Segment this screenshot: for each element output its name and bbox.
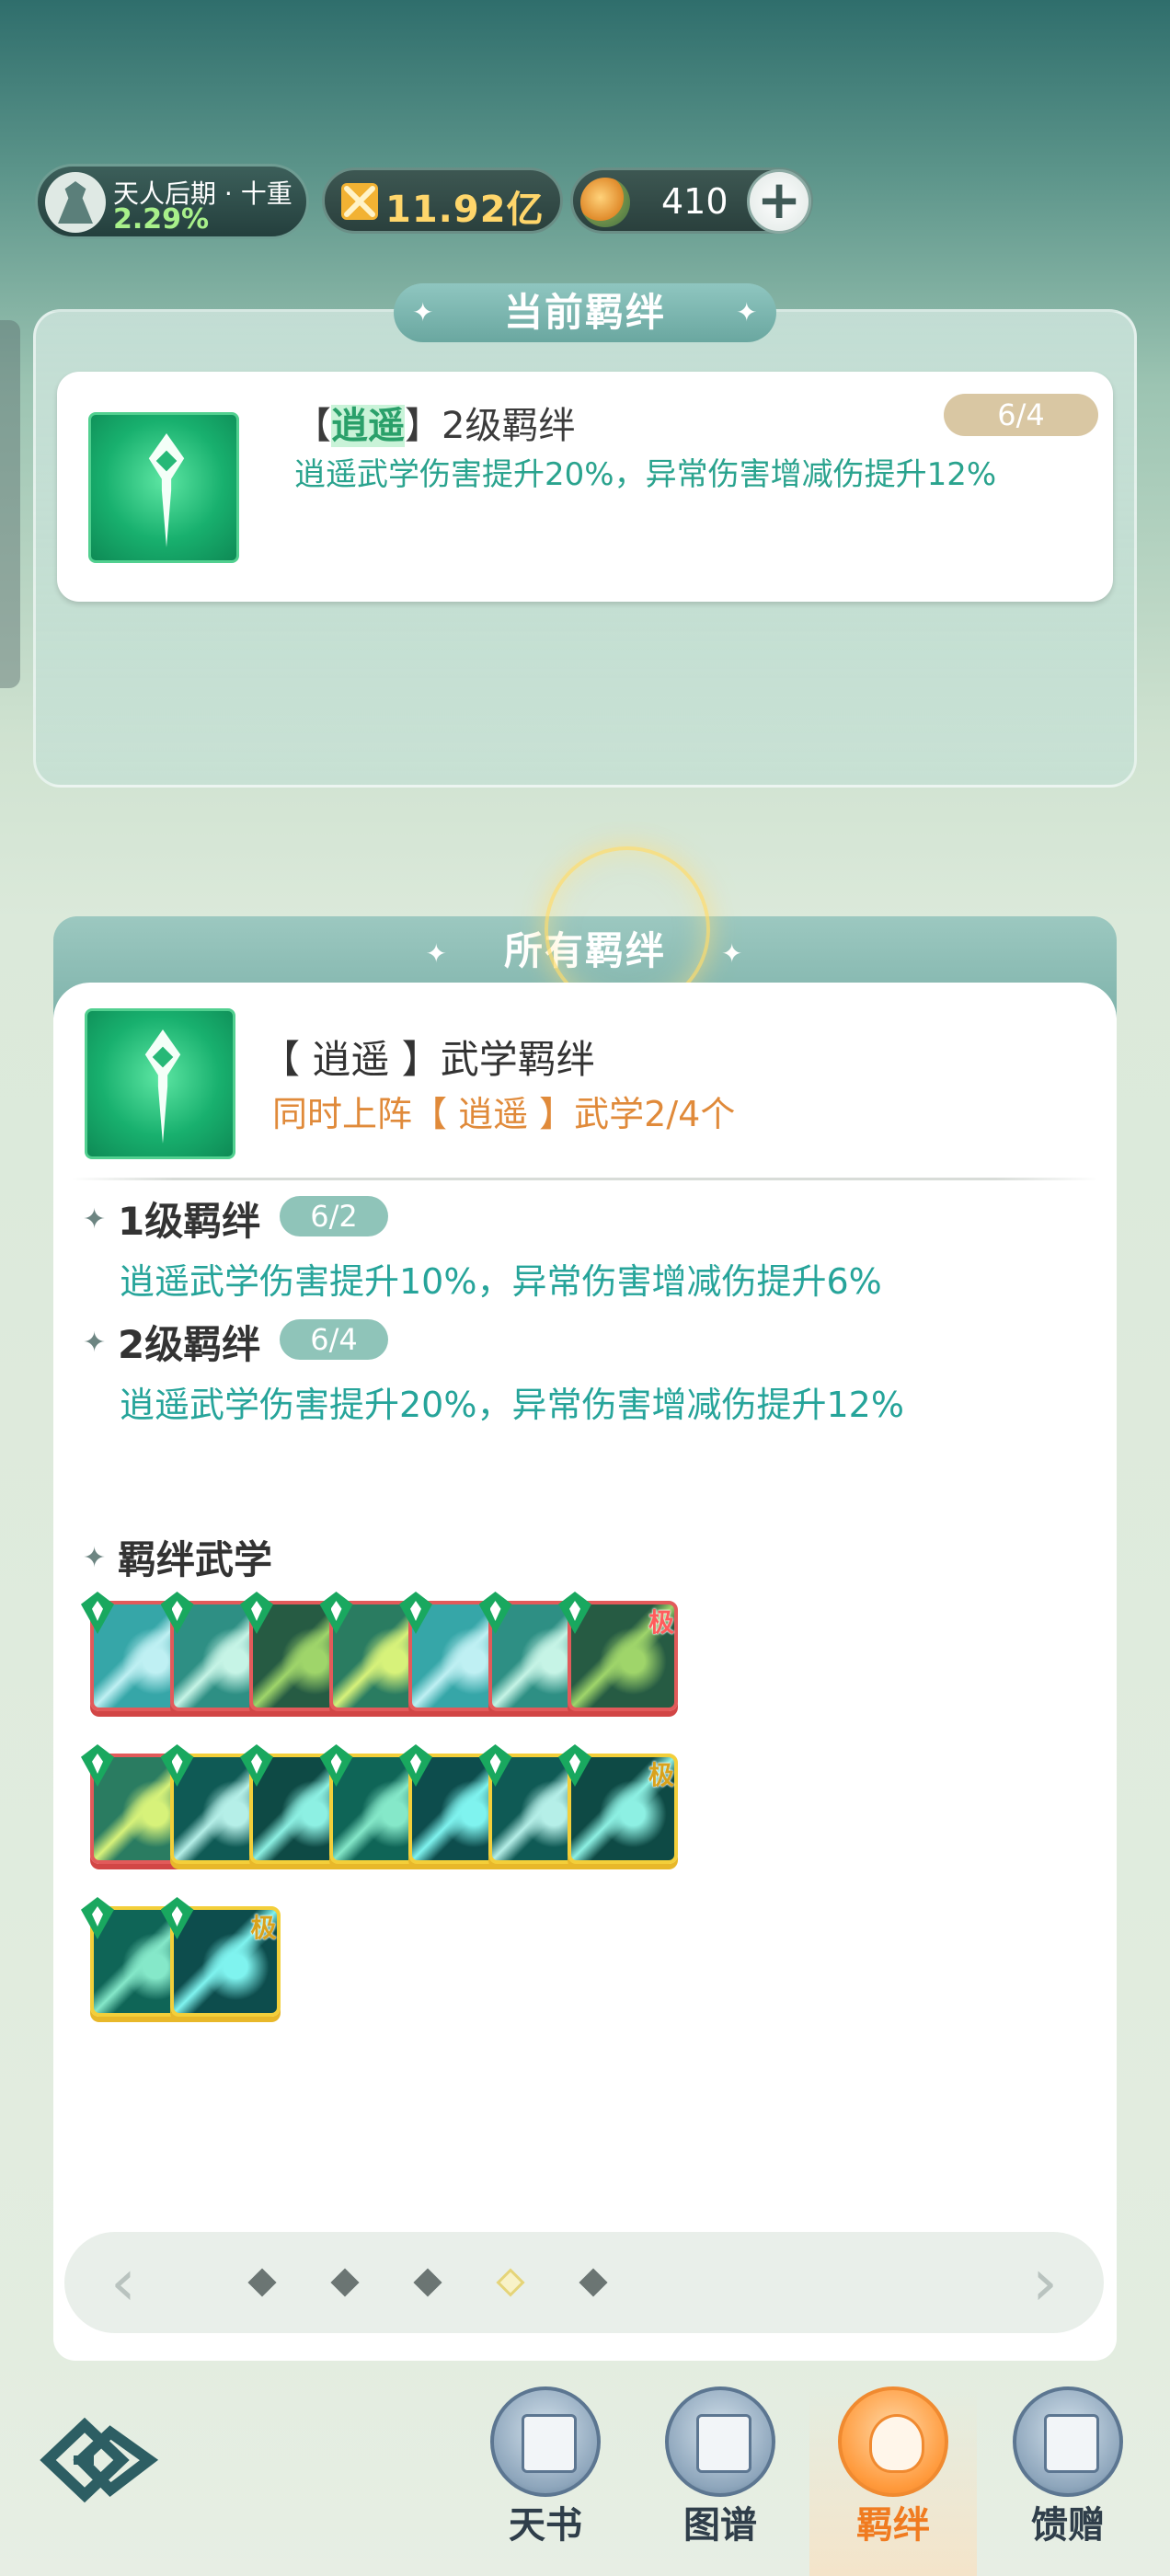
jade-coin-icon	[580, 178, 630, 227]
level-1-desc: 逍遥武学伤害提升10%，异常伤害增减伤提升6%	[120, 1261, 882, 1302]
wuxue-bond-title: 【 逍遥 】武学羁绊	[261, 1037, 595, 1082]
divider	[72, 1178, 1098, 1180]
ultimate-mark: 极	[648, 1760, 674, 1790]
skill-card[interactable]: 极	[558, 1592, 678, 1717]
level-1-badge: 6/2	[280, 1196, 388, 1236]
nav-label: 图谱	[683, 2504, 757, 2547]
gift-icon	[1013, 2386, 1123, 2497]
nav-label: 羁绊	[856, 2504, 930, 2547]
sparkle-icon: ✦	[83, 1327, 107, 1359]
current-bond-card[interactable]: 【逍遥】2级羁绊 6/4 逍遥武学伤害提升20%，异常伤害增减伤提升12%	[57, 372, 1113, 602]
sparkle-icon: ✦	[83, 1542, 107, 1574]
crossed-swords-icon	[341, 183, 378, 220]
avatar	[45, 172, 106, 233]
level-2-desc: 逍遥武学伤害提升20%，异常伤害增减伤提升12%	[120, 1385, 904, 1425]
level-2-title: 2级羁绊	[118, 1322, 261, 1367]
rank-pill[interactable]: 天人后期 · 十重 2.29%	[35, 164, 309, 239]
nav-label: 馈赠	[1031, 2504, 1105, 2547]
level-2-badge: 6/4	[280, 1319, 388, 1360]
pager: ‹ ›	[64, 2232, 1104, 2333]
handshake-icon	[838, 2386, 948, 2497]
currency-value: 410	[661, 181, 728, 222]
school-highlight: 逍遥	[331, 405, 405, 447]
all-bonds-panel: 【 逍遥 】武学羁绊 同时上阵【 逍遥 】武学2/4个 ✦ 1级羁绊 6/2 逍…	[53, 983, 1117, 2361]
menu-logo-icon[interactable]	[39, 2414, 158, 2506]
current-bond-tab: ✦ 当前羁绊 ✦	[394, 283, 776, 342]
side-drawer-handle[interactable]	[0, 320, 20, 688]
skill-card[interactable]: 极	[558, 1744, 678, 1869]
current-bond-level: 【逍遥】2级羁绊	[294, 405, 576, 447]
nav-item-map[interactable]: 图谱	[651, 2386, 789, 2548]
page-dot[interactable]	[496, 2268, 525, 2297]
dagger-bond-icon	[88, 412, 239, 563]
ultimate-mark: 极	[648, 1607, 674, 1638]
page-dot[interactable]	[247, 2268, 277, 2297]
book-icon	[490, 2386, 601, 2497]
add-currency-button[interactable]: +	[747, 169, 811, 234]
power-value: 11.92亿	[385, 189, 545, 231]
current-bond-desc: 逍遥武学伤害提升20%，异常伤害增减伤提升12%	[294, 456, 997, 493]
page-dot[interactable]	[579, 2268, 608, 2297]
sparkle-icon: ✦	[83, 1203, 107, 1236]
dagger-bond-icon	[85, 1008, 235, 1159]
skill-card[interactable]: 极	[160, 1897, 281, 2022]
sparkle-icon: ✦	[425, 938, 449, 969]
nav-item-book[interactable]: 天书	[476, 2386, 614, 2548]
wuxue-bond-subtitle: 同时上阵【 逍遥 】武学2/4个	[272, 1094, 736, 1134]
nav-item-gift[interactable]: 馈赠	[999, 2386, 1137, 2548]
count-badge: 6/4	[944, 394, 1098, 436]
rank-progress: 2.29%	[113, 203, 210, 236]
page-dot[interactable]	[413, 2268, 442, 2297]
chevron-left-icon[interactable]: ‹	[96, 2250, 151, 2315]
skills-title: 羁绊武学	[118, 1537, 273, 1582]
sparkle-icon: ✦	[736, 297, 760, 328]
chevron-right-icon[interactable]: ›	[1017, 2250, 1072, 2315]
page-dot[interactable]	[330, 2268, 360, 2297]
ultimate-mark: 极	[250, 1913, 277, 1943]
combat-power: 11.92亿	[322, 167, 563, 234]
map-icon	[665, 2386, 775, 2497]
nav-label: 天书	[509, 2504, 582, 2547]
current-bond-title: 当前羁绊	[503, 290, 666, 335]
level-1-title: 1级羁绊	[118, 1199, 261, 1244]
nav-item-handshake[interactable]: 羁绊	[824, 2386, 962, 2548]
sparkle-icon: ✦	[412, 297, 436, 328]
sparkle-icon: ✦	[721, 938, 745, 969]
